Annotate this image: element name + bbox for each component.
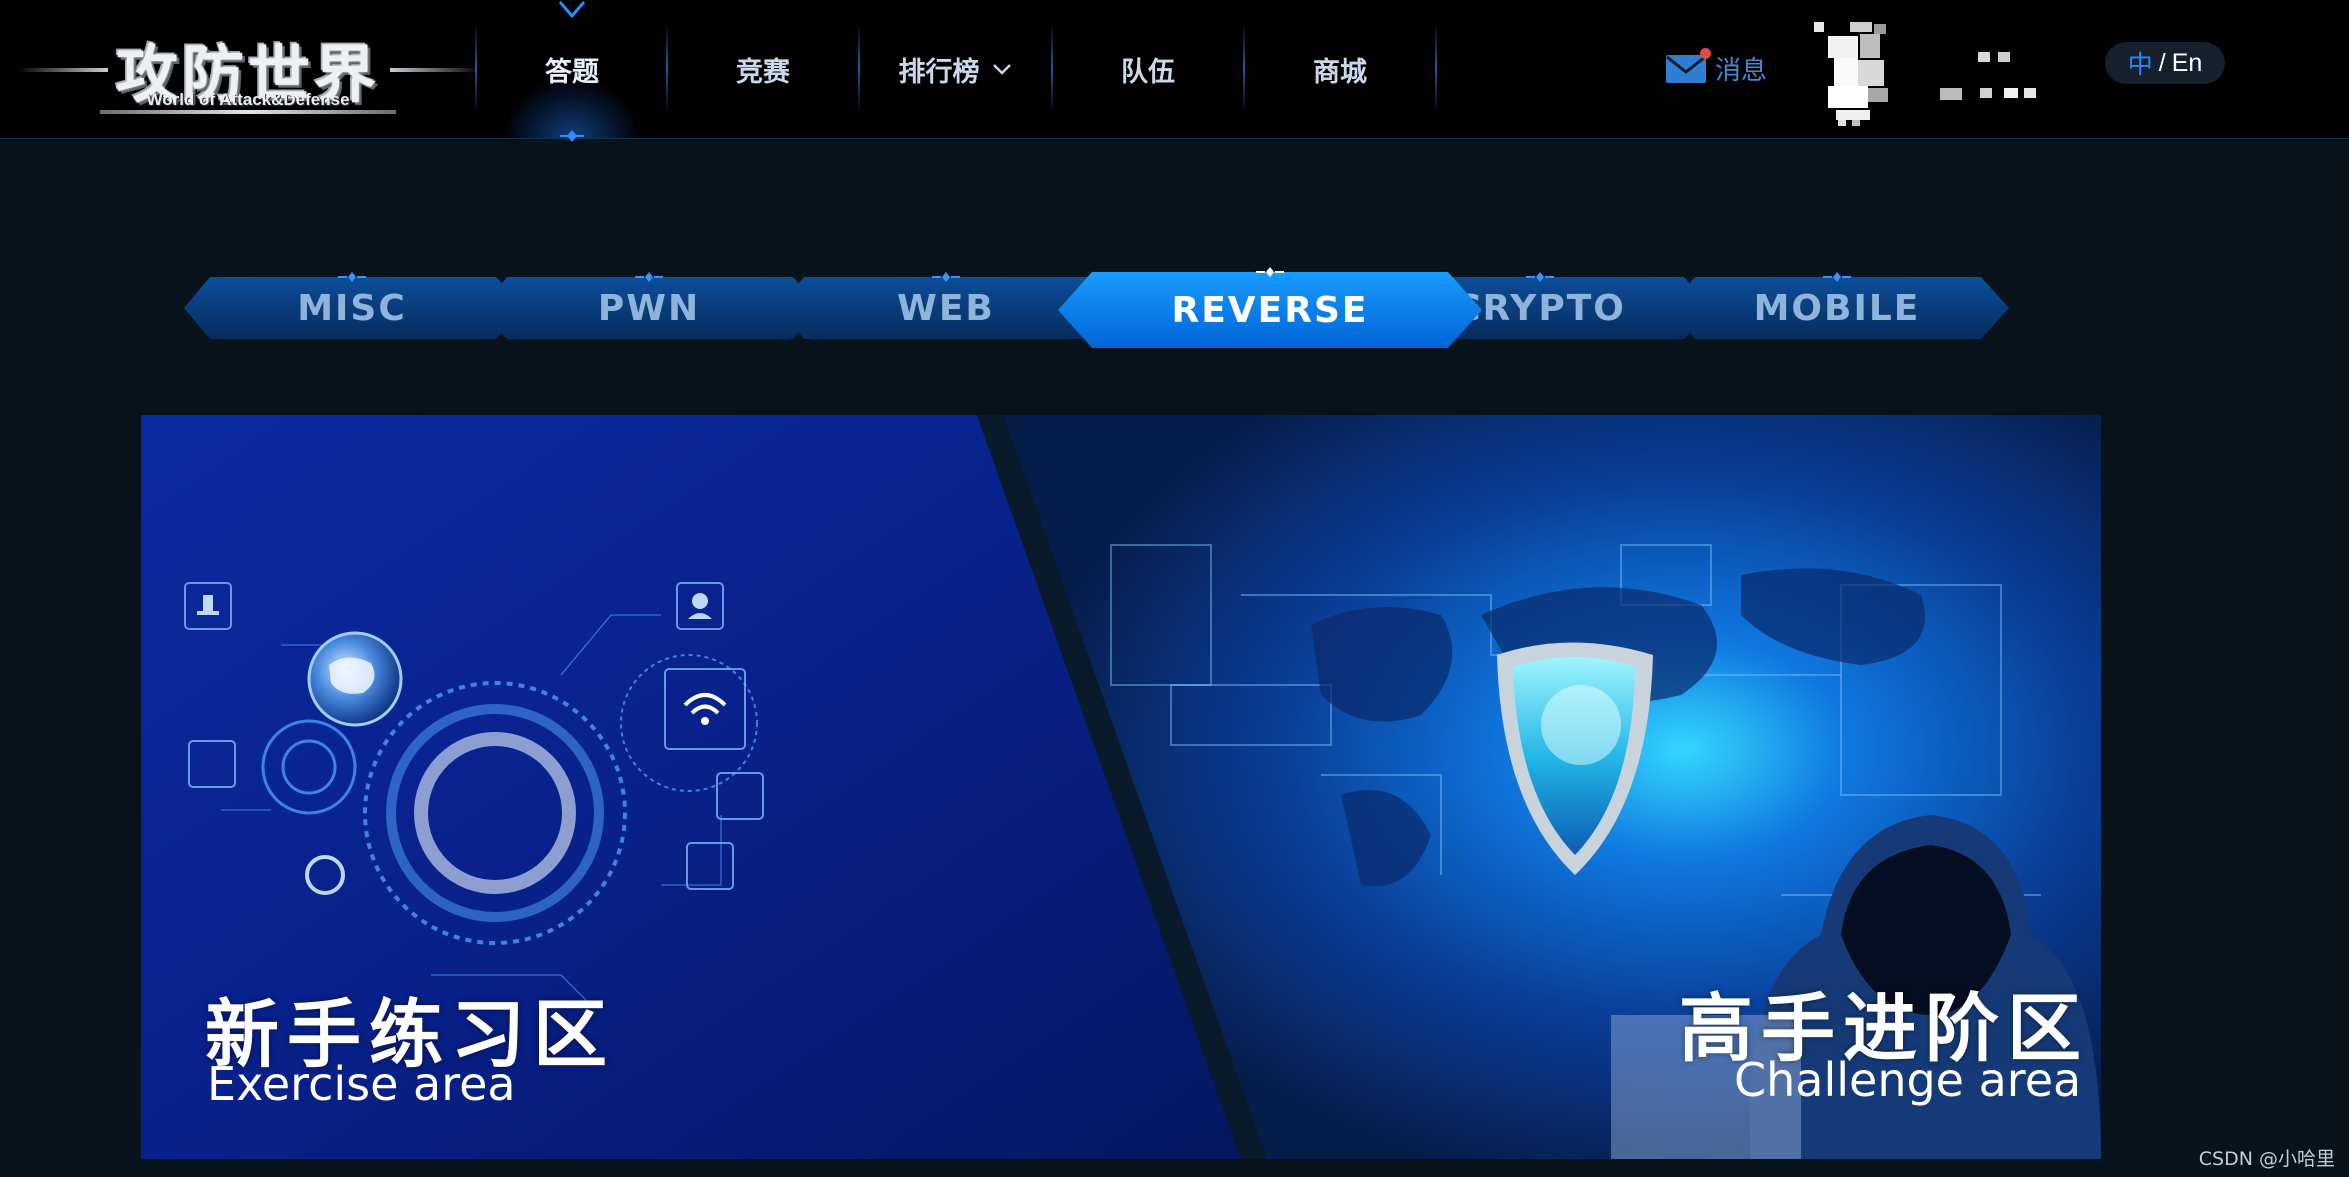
logo-wing-left: [18, 68, 108, 72]
username[interactable]: [1940, 52, 2040, 112]
watermark: CSDN @小哈里: [2198, 1148, 2335, 1170]
mail-icon: [1665, 48, 1711, 84]
tab-label: WEB: [897, 287, 995, 329]
nav-separator: [1435, 22, 1437, 114]
nav-item-leaderboard[interactable]: 排行榜: [861, 0, 1049, 138]
tab-marker-icon: [338, 272, 366, 282]
chevron-down-icon: [992, 64, 1011, 75]
language-switcher[interactable]: 中 / En: [2105, 42, 2225, 84]
exercise-area-subtitle: Exercise area: [207, 1057, 516, 1111]
tab-marker-icon: [1823, 272, 1851, 282]
nav-separator: [858, 22, 860, 114]
tab-marker-icon: [1526, 272, 1554, 282]
nav-item-team[interactable]: 队伍: [1054, 0, 1242, 138]
nav-item-label: 排行榜: [898, 56, 980, 88]
tab-mobile[interactable]: MOBILE: [1669, 272, 2009, 339]
tab-label: MISC: [297, 287, 407, 329]
avatar[interactable]: [1810, 22, 1920, 126]
nav-item-competition[interactable]: 竞赛: [669, 0, 857, 138]
tab-label: PWN: [597, 287, 701, 329]
messages-link[interactable]: 消息: [1665, 48, 1767, 88]
nav-item-label: 竞赛: [736, 56, 790, 88]
lang-option-en[interactable]: En: [2172, 49, 2203, 78]
nav-item-label: 答题: [545, 56, 599, 88]
site-logo[interactable]: 攻防世界 World of Attack&Defense: [18, 18, 480, 118]
nav-separator: [666, 22, 668, 114]
tab-marker-icon: [635, 272, 663, 282]
nav-item-answer[interactable]: 答题: [478, 0, 666, 138]
tab-misc[interactable]: MISC: [184, 272, 524, 339]
tab-marker-icon: [1256, 267, 1284, 277]
logo-subtitle: World of Attack&Defense: [146, 90, 350, 109]
logo-underline: [100, 110, 396, 114]
practice-areas: 高手进阶区 Challenge area 新手练习区 Exercise area: [141, 415, 2101, 1159]
nav-item-label: 队伍: [1121, 56, 1175, 88]
exercise-area-card[interactable]: 新手练习区 Exercise area: [141, 415, 1401, 1159]
active-indicator-bottom-icon: [560, 130, 584, 142]
notification-dot: [1700, 48, 1711, 59]
nav-separator: [1243, 22, 1245, 114]
nav-separator: [1051, 22, 1053, 114]
tab-reverse[interactable]: REVERSE: [1058, 267, 1482, 348]
logo-wing-right: [390, 68, 480, 72]
tab-label: MOBILE: [1753, 287, 1921, 329]
tab-label: REVERSE: [1171, 289, 1369, 331]
lang-option-zh[interactable]: 中: [2128, 45, 2153, 81]
lang-separator: /: [2158, 48, 2166, 77]
nav-item-shop[interactable]: 商城: [1246, 0, 1434, 138]
tab-pwn[interactable]: PWN: [481, 272, 821, 339]
tab-marker-icon: [932, 272, 960, 282]
top-navigation-bar: 攻防世界 World of Attack&Defense 答题 竞赛 排行榜 队…: [0, 0, 2349, 142]
category-tabs: MISC PWN WEB CRYPTO MOBILE REVERSE: [184, 262, 2054, 362]
challenge-area-subtitle: Challenge area: [1734, 1053, 2082, 1107]
nav-separator: [475, 22, 477, 114]
nav-item-label: 商城: [1313, 56, 1367, 88]
messages-label: 消息: [1715, 55, 1768, 86]
